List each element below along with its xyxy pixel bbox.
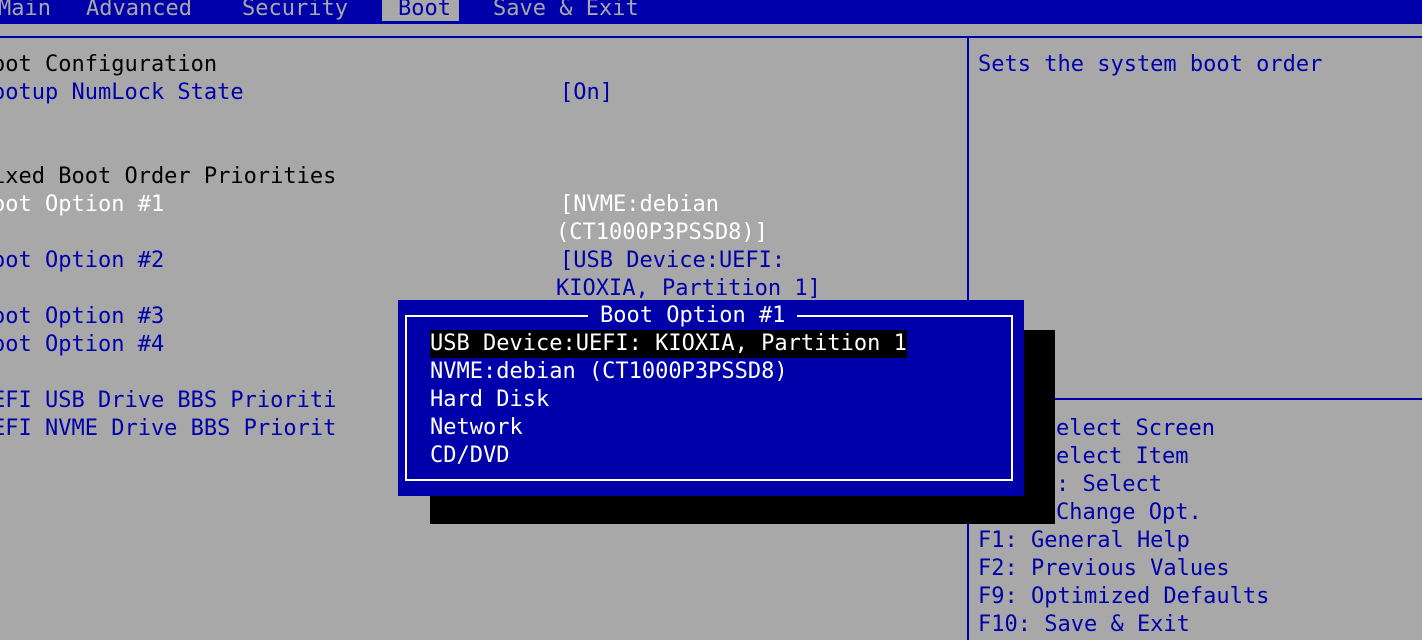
- numlock-label[interactable]: ootup NumLock State: [0, 79, 244, 107]
- boot-option-4-label[interactable]: oot Option #4: [0, 331, 164, 359]
- popup-option-usb-kioxia[interactable]: USB Device:UEFI: KIOXIA, Partition 1: [430, 330, 907, 358]
- tab-advanced[interactable]: Advanced: [86, 0, 192, 21]
- tab-boot[interactable]: Boot: [382, 0, 459, 21]
- help-key-f2: F2: Previous Values: [978, 556, 1230, 581]
- help-key-select-item: elect Item: [1056, 444, 1189, 469]
- help-key-enter-select: : Select: [1056, 472, 1162, 497]
- boot-option-popup: Boot Option #1 USB Device:UEFI: KIOXIA, …: [398, 300, 1024, 496]
- popup-option-nvme-debian[interactable]: NVME:debian (CT1000P3PSSD8): [430, 358, 788, 386]
- numlock-value[interactable]: [On]: [560, 79, 613, 107]
- tab-save-exit[interactable]: Save & Exit: [493, 0, 639, 21]
- help-key-select-screen: elect Screen: [1056, 416, 1215, 441]
- boot-option-1-value-cont: (CT1000P3PSSD8)]: [556, 220, 768, 245]
- menu-bar: Main Advanced Security Boot Save & Exit: [0, 0, 1422, 24]
- popup-option-cd-dvd[interactable]: CD/DVD: [430, 442, 509, 470]
- usb-bbs-priorities-link[interactable]: EFI USB Drive BBS Prioriti: [0, 387, 336, 415]
- top-divider: [0, 36, 1422, 38]
- boot-option-1-label[interactable]: oot Option #1: [0, 191, 164, 219]
- boot-option-3-label[interactable]: oot Option #3: [0, 303, 164, 331]
- tab-main[interactable]: Main: [0, 0, 51, 21]
- boot-option-1-value[interactable]: [NVME:debian: [560, 191, 719, 219]
- help-key-f9: F9: Optimized Defaults: [978, 584, 1270, 609]
- tab-security[interactable]: Security: [242, 0, 348, 21]
- help-key-f10: F10: Save & Exit: [978, 612, 1190, 637]
- help-description: Sets the system boot order: [978, 52, 1323, 77]
- help-key-change-opt: Change Opt.: [1056, 500, 1202, 525]
- popup-option-hard-disk[interactable]: Hard Disk: [430, 386, 549, 414]
- boot-option-2-value[interactable]: [USB Device:UEFI:: [560, 247, 785, 275]
- boot-configuration-heading: oot Configuration: [0, 52, 218, 77]
- boot-option-2-value-cont: KIOXIA, Partition 1]: [556, 276, 821, 301]
- help-key-f1: F1: General Help: [978, 528, 1190, 553]
- boot-option-2-label[interactable]: oot Option #2: [0, 247, 164, 275]
- fixed-priorities-heading: ixed Boot Order Priorities: [0, 164, 337, 189]
- nvme-bbs-priorities-link[interactable]: EFI NVME Drive BBS Priorit: [0, 415, 336, 443]
- popup-option-network[interactable]: Network: [430, 414, 523, 442]
- popup-title: Boot Option #1: [588, 302, 798, 330]
